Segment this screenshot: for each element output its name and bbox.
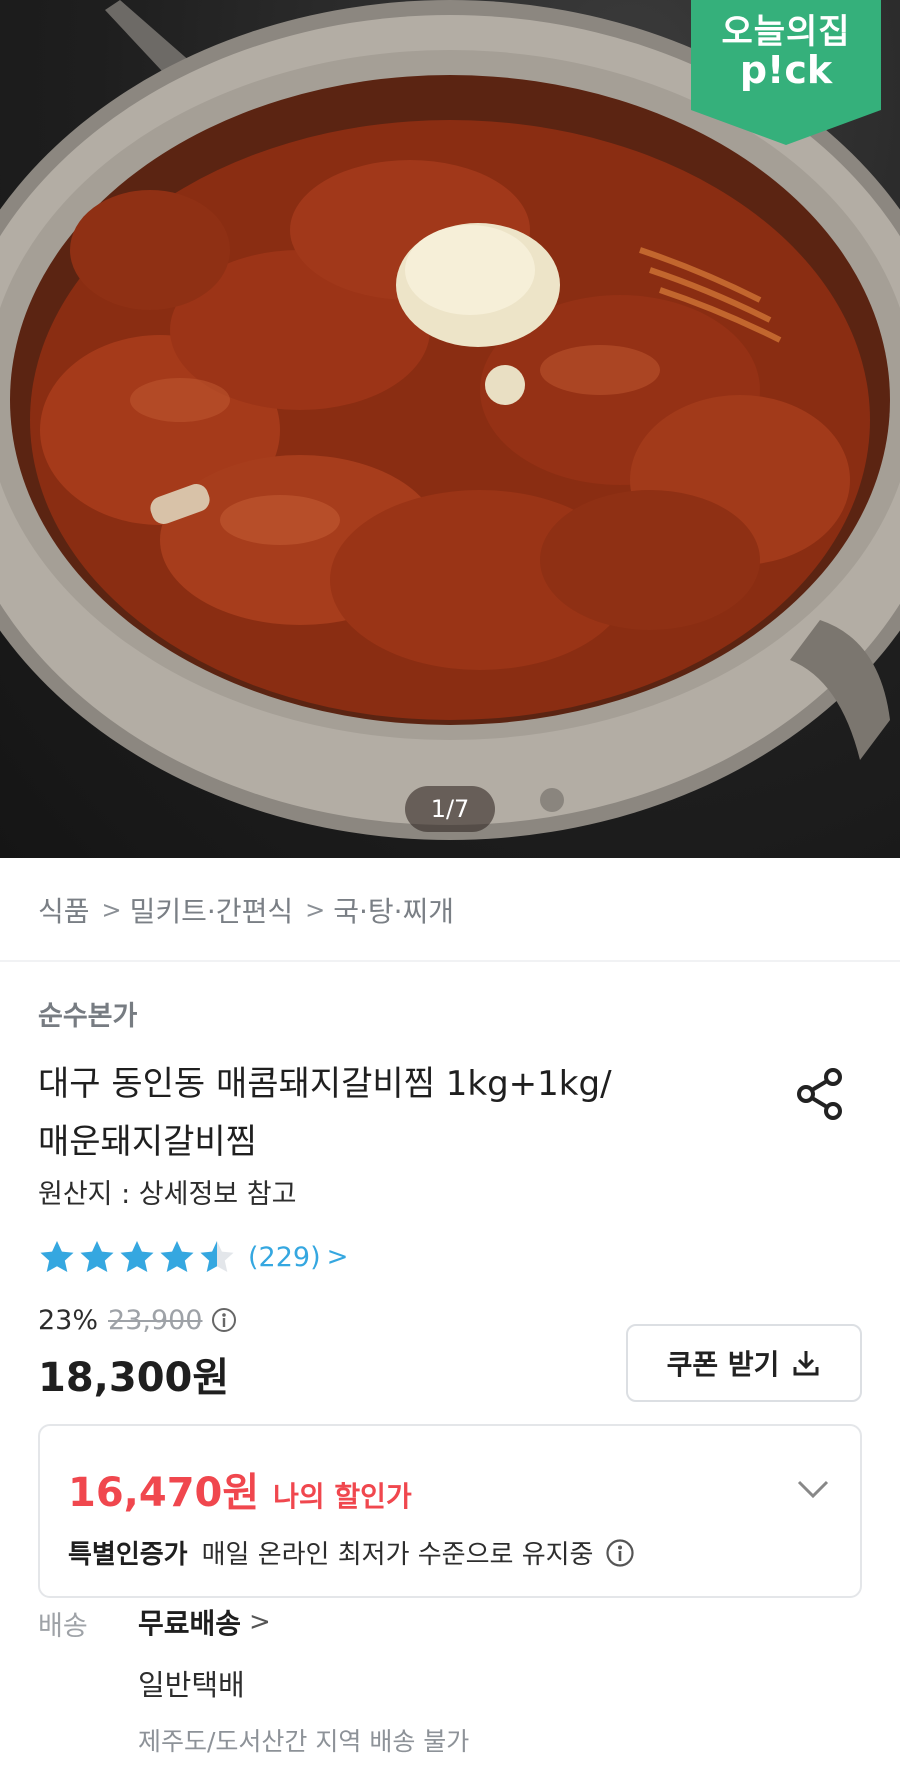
origin-info: 원산지 : 상세정보 참고 bbox=[38, 1179, 297, 1210]
brand-name[interactable]: 순수본가 bbox=[38, 994, 137, 1033]
section-divider bbox=[0, 960, 900, 962]
certified-price-description: 매일 온라인 최저가 수준으로 유지중 bbox=[201, 1540, 594, 1570]
discount-row: 23% 23,900 bbox=[38, 1300, 237, 1340]
certified-price-badge: 특별인증가 bbox=[68, 1540, 188, 1570]
breadcrumb-item-mealkit[interactable]: 밀키트·간편식 bbox=[130, 890, 293, 930]
discount-rate: 23% bbox=[38, 1304, 99, 1336]
my-discount-price: 16,470원 bbox=[68, 1470, 260, 1516]
my-discount-label: 나의 할인가 bbox=[273, 1480, 412, 1513]
breadcrumb: 식품 > 밀키트·간편식 > 국·탕·찌개 bbox=[38, 890, 454, 930]
chevron-right-icon: > bbox=[101, 896, 122, 924]
rating-row[interactable]: (229) > bbox=[38, 1237, 348, 1277]
star-icon bbox=[40, 1241, 74, 1272]
free-delivery-text: 무료배송 bbox=[138, 1607, 242, 1640]
original-price: 23,900 bbox=[108, 1304, 203, 1336]
product-title-line1: 대구 동인동 매콤돼지갈비찜 1kg+1kg/ bbox=[38, 1064, 612, 1104]
info-icon[interactable] bbox=[605, 1538, 635, 1568]
my-discount-price-card[interactable]: 16,470원 나의 할인가 특별인증가 매일 온라인 최저가 수준으로 유지중 bbox=[38, 1424, 862, 1598]
product-image-carousel[interactable]: 오늘의집 p!ck 1/7 bbox=[0, 0, 900, 858]
sale-price: 18,300원 bbox=[38, 1355, 230, 1401]
download-icon bbox=[793, 1351, 819, 1376]
product-title: 대구 동인동 매콤돼지갈비찜 1kg+1kg/ 매운돼지갈비찜 bbox=[38, 1055, 718, 1171]
share-icon[interactable] bbox=[795, 1067, 845, 1121]
star-icon bbox=[80, 1241, 114, 1272]
chevron-right-icon: > bbox=[249, 1607, 271, 1637]
breadcrumb-item-soup[interactable]: 국·탕·찌개 bbox=[333, 890, 454, 930]
delivery-label: 배송 bbox=[38, 1611, 88, 1642]
free-delivery-link[interactable]: 무료배송 > bbox=[138, 1602, 271, 1642]
badge-line1: 오늘의집 bbox=[721, 12, 851, 52]
image-page-counter: 1/7 bbox=[405, 786, 495, 832]
info-icon[interactable] bbox=[211, 1307, 237, 1333]
chevron-right-icon: > bbox=[326, 1242, 349, 1272]
chevron-down-icon[interactable] bbox=[796, 1478, 830, 1500]
delivery-type: 일반택배 bbox=[138, 1668, 245, 1702]
star-icon bbox=[200, 1241, 234, 1272]
chevron-right-icon: > bbox=[305, 896, 326, 924]
breadcrumb-item-food[interactable]: 식품 bbox=[38, 890, 90, 930]
delivery-restriction-note: 제주도/도서산간 지역 배송 불가 bbox=[138, 1727, 470, 1756]
product-title-line2: 매운돼지갈비찜 bbox=[38, 1122, 257, 1162]
star-icon bbox=[160, 1241, 194, 1272]
rating-stars bbox=[38, 1239, 236, 1275]
todays-pick-badge: 오늘의집 p!ck bbox=[691, 0, 881, 145]
coupon-button-label: 쿠폰 받기 bbox=[666, 1348, 780, 1381]
star-icon bbox=[120, 1241, 154, 1272]
my-price-row: 16,470원 나의 할인가 bbox=[68, 1460, 412, 1518]
badge-line2: p!ck bbox=[739, 48, 833, 92]
coupon-download-button[interactable]: 쿠폰 받기 bbox=[626, 1324, 862, 1402]
review-count[interactable]: (229) bbox=[248, 1242, 321, 1273]
special-certified-price-row: 특별인증가 매일 온라인 최저가 수준으로 유지중 bbox=[68, 1534, 635, 1571]
